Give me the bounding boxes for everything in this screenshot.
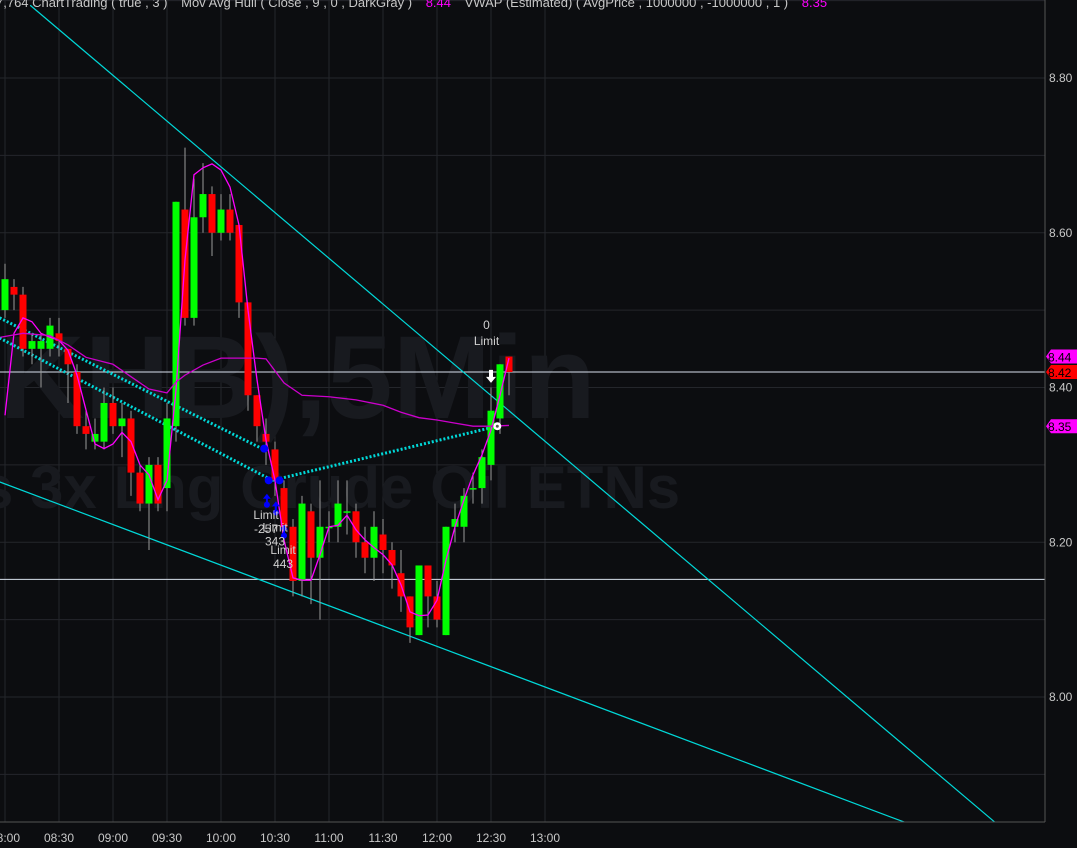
- candle-down: [127, 418, 135, 473]
- y-tick-label: 8.80: [1049, 71, 1073, 85]
- candle-down: [244, 302, 252, 396]
- y-tick-label: 8.20: [1049, 535, 1073, 549]
- x-tick-label: 09:00: [98, 831, 128, 845]
- candle-up: [190, 217, 198, 318]
- candle-down: [10, 286, 18, 295]
- legend-hull: Mov Avg Hull ( Close , 9 , 0 , DarkGray …: [181, 0, 413, 10]
- legend-vwap-value: 8.35: [801, 0, 828, 10]
- x-tick-label: 10:30: [260, 831, 290, 845]
- legend-hull-value: 8.44: [425, 0, 452, 10]
- x-tick-label: 11:00: [314, 831, 343, 845]
- y-tick-label: 8.60: [1049, 226, 1073, 240]
- y-tick-label: 8.00: [1049, 690, 1073, 704]
- x-tick-label: 11:30: [368, 831, 397, 845]
- candle-up: [370, 526, 378, 558]
- entry-circle-dot: [495, 424, 499, 428]
- candle-up: [145, 464, 153, 504]
- candle-down: [235, 225, 243, 303]
- legend-chart-trading: 7,764 ChartTrading ( true , 3 ): [0, 0, 168, 10]
- candle-down: [361, 542, 369, 558]
- candle-down: [136, 472, 144, 504]
- x-tick-label: 09:30: [152, 831, 182, 845]
- candle-down: [307, 511, 315, 558]
- price-chart[interactable]: (KHB),5Min s 3x Lng Crude Oil ETNs Limit…: [0, 0, 1077, 848]
- candle-down: [109, 402, 117, 427]
- order-type-label[interactable]: Limit: [474, 334, 500, 348]
- x-tick-label: 08:30: [44, 831, 74, 845]
- candle-up: [28, 341, 36, 349]
- x-tick-label: 08:00: [0, 831, 20, 845]
- y-tick-label: 8.40: [1049, 381, 1073, 395]
- candle-down: [154, 464, 162, 504]
- order-qty-label[interactable]: Limit: [270, 543, 296, 557]
- candle-up: [496, 364, 504, 419]
- candle-up: [37, 341, 45, 349]
- candle-down: [379, 534, 387, 550]
- candle-up: [415, 565, 423, 636]
- candle-down: [271, 449, 279, 481]
- candle-down: [82, 426, 90, 434]
- candle-down: [424, 565, 432, 597]
- candle-up: [217, 209, 225, 233]
- x-tick-label: 12:30: [476, 831, 506, 845]
- candle-down: [208, 194, 216, 233]
- x-tick-label: 13:00: [530, 831, 560, 845]
- up-arrow-dot: [263, 501, 270, 508]
- price-tag-label: 8.44: [1048, 351, 1072, 365]
- price-tag-label: 8.42: [1048, 366, 1072, 380]
- x-tick-label: 12:00: [422, 831, 452, 845]
- candle-up: [100, 402, 108, 442]
- x-tick-label: 10:00: [206, 831, 236, 845]
- candle-up: [298, 503, 306, 581]
- candle-up: [442, 526, 450, 636]
- order-qty-label[interactable]: 0: [483, 318, 490, 332]
- candle-down: [388, 549, 396, 566]
- fill-circle-icon[interactable]: [260, 444, 269, 453]
- study-legend: 7,764 ChartTrading ( true , 3 ) Mov Avg …: [0, 0, 837, 10]
- candle-up: [1, 279, 9, 311]
- fill-circle-icon[interactable]: [264, 476, 273, 485]
- candle-up: [469, 488, 477, 490]
- fill-circle-icon[interactable]: [275, 476, 284, 485]
- trendline-solid[interactable]: [0, 481, 906, 823]
- price-tag-label: 8.35: [1048, 420, 1072, 434]
- candle-up: [343, 511, 351, 513]
- candle-up: [199, 194, 207, 218]
- candle-up: [118, 418, 126, 427]
- candle-down: [226, 209, 234, 233]
- candle-down: [73, 372, 81, 427]
- order-qty-label[interactable]: Limit: [262, 520, 288, 534]
- order-type-label[interactable]: 443: [273, 557, 293, 571]
- legend-vwap: VWAP (Estimated) ( AvgPrice , 1000000 , …: [464, 0, 789, 10]
